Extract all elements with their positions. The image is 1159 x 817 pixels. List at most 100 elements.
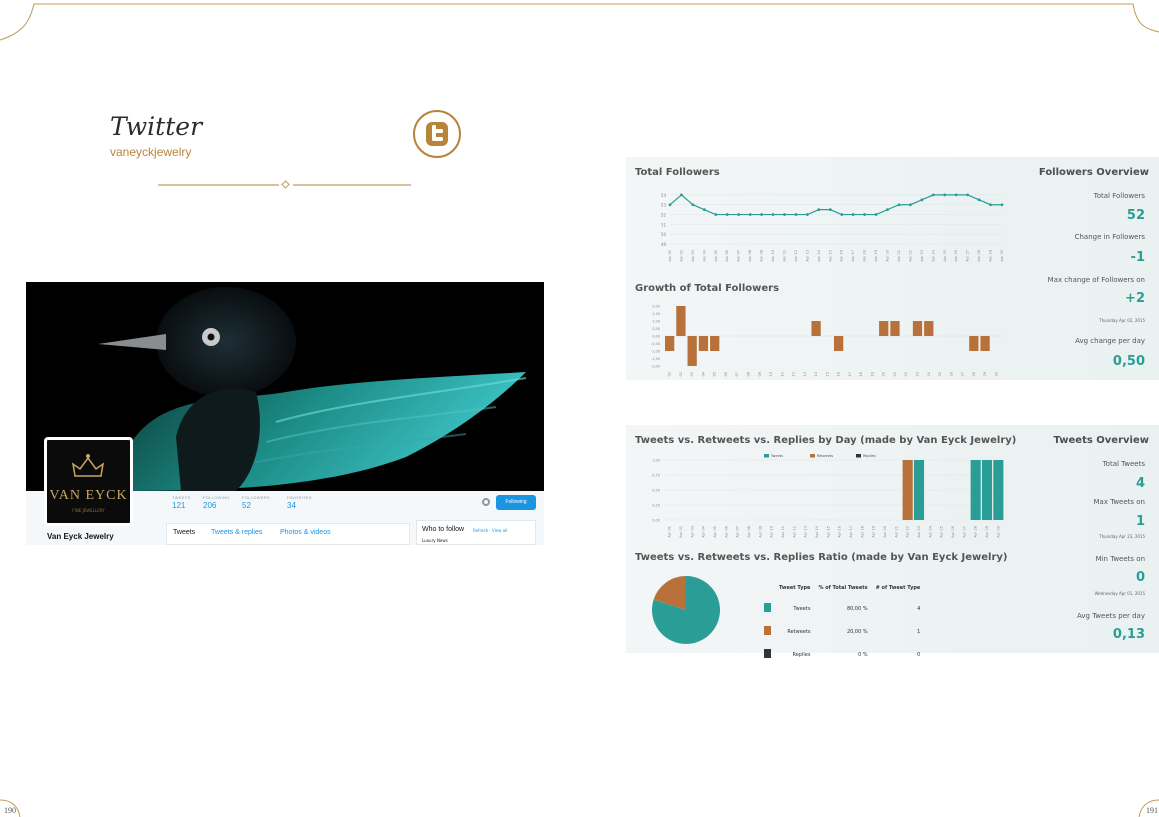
crown-logo-icon	[71, 454, 105, 477]
bar	[698, 336, 709, 351]
max-change-label: Max change of Followers on	[1047, 276, 1145, 284]
y-tick-label: -1,00	[651, 350, 660, 354]
profile-tabs: Tweets Tweets & replies Photos & videos	[166, 523, 410, 545]
x-tick-label: Apr 02	[679, 372, 683, 378]
x-tick-label: Apr 12	[794, 250, 798, 262]
data-point	[748, 213, 752, 216]
table-header-type: Tweet Type	[779, 585, 811, 591]
who-to-follow-item[interactable]: Luxury News	[422, 538, 448, 543]
total-followers-label: Total Followers	[1093, 192, 1145, 200]
y-tick-label: -1,50	[651, 357, 660, 361]
x-tick-label: Apr 08	[747, 526, 751, 538]
x-tick-label: Apr 03	[691, 250, 695, 262]
x-tick-label: Apr 28	[974, 526, 978, 538]
avg-tweets-value: 0,13	[1112, 627, 1145, 642]
data-point	[783, 213, 786, 216]
profile-avatar[interactable]: VAN EYCK FINE JEWELLERY	[44, 437, 133, 526]
bar	[890, 321, 900, 336]
data-point	[840, 213, 844, 216]
x-tick-label: Apr 27	[962, 526, 966, 538]
bar	[993, 460, 1004, 520]
x-tick-label: Apr 19	[872, 526, 876, 538]
bar	[981, 460, 993, 520]
x-tick-label: Apr 21	[894, 526, 898, 538]
x-tick-label: Apr 01	[668, 372, 672, 378]
x-tick-label: Apr 10	[771, 250, 775, 262]
min-tweets-date: Wednesday Apr 01, 2015	[1094, 591, 1145, 596]
x-tick-label: Apr 01	[668, 250, 672, 262]
avg-tweets-label: Avg Tweets per day	[1077, 612, 1145, 620]
x-tick-label: Apr 29	[983, 372, 987, 378]
x-tick-label: Apr 28	[972, 372, 976, 378]
legend-swatch	[856, 454, 861, 458]
avg-change-value: 0,50	[1112, 354, 1145, 369]
stat-tweets[interactable]: TWEETS 121	[172, 495, 190, 510]
data-point	[771, 213, 775, 216]
gear-icon[interactable]	[482, 498, 490, 506]
tab-tweets[interactable]: Tweets	[173, 529, 195, 536]
divider-diamond	[281, 180, 290, 189]
x-tick-label: Apr 17	[848, 372, 852, 378]
data-point	[943, 193, 947, 197]
x-tick-label: Apr 22	[908, 250, 912, 262]
stat-followers[interactable]: FOLLOWERS 52	[242, 495, 270, 510]
bar	[834, 336, 844, 351]
x-tick-label: Apr 23	[920, 250, 924, 262]
twitter-profile-screenshot: VAN EYCK FINE JEWELLERY TWEETS 121 FOLLO…	[26, 282, 544, 545]
x-tick-label: Apr 24	[927, 371, 931, 378]
who-to-follow-title: Who to follow	[422, 526, 465, 533]
y-tick-label: 49	[661, 242, 667, 247]
following-button[interactable]: Following	[496, 495, 536, 510]
x-tick-label: Apr 26	[951, 526, 955, 538]
total-followers-value: 52	[1126, 208, 1145, 223]
bar	[924, 321, 934, 336]
data-point	[760, 213, 763, 216]
legend-swatch	[810, 454, 815, 458]
legend-label: Replies	[863, 454, 876, 458]
page-number-left: 190	[4, 806, 16, 815]
total-followers-line-chart: 54 53 52 51 50 49Apr 01 Apr 02 Apr 03 Apr 04 Apr …	[661, 193, 1004, 262]
x-tick-label: Apr 14	[817, 249, 821, 261]
x-tick-label: Apr 01	[668, 526, 672, 538]
y-tick-label: 1,00	[652, 320, 660, 324]
tweets-overview-title: Tweets Overview	[1053, 435, 1149, 446]
data-point	[897, 203, 901, 207]
x-tick-label: Apr 23	[917, 526, 921, 538]
x-tick-label: Apr 21	[893, 372, 897, 378]
x-tick-label: Apr 25	[940, 526, 944, 538]
data-point	[680, 193, 683, 197]
max-tweets-value: 1	[1135, 514, 1145, 529]
stat-following[interactable]: FOLLOWING 206	[203, 495, 230, 510]
data-point	[691, 203, 695, 207]
x-tick-label: Apr 11	[780, 372, 784, 378]
table-row: Tweets 80,00 % 4	[760, 597, 924, 620]
growth-bar-chart: 2,00 1,50 1,00 0,50 0,00 -0,50 -1,00 -1,50 -2,00…	[651, 305, 1002, 378]
legend-swatch	[764, 454, 769, 458]
account-handle: vaneyckjewelry	[110, 145, 192, 159]
x-tick-label: Apr 04	[702, 249, 706, 261]
bar	[902, 460, 913, 520]
table-row: Retweets 20,00 % 1	[760, 620, 924, 643]
x-tick-label: Apr 29	[985, 526, 989, 538]
total-tweets-value: 4	[1135, 476, 1145, 491]
bar	[676, 306, 686, 336]
x-tick-label: Apr 11	[781, 526, 785, 538]
x-tick-label: Apr 24	[931, 249, 935, 261]
y-tick-label: 0,00	[652, 335, 660, 339]
avg-change-label: Avg change per day	[1075, 337, 1145, 345]
tab-tweets-replies[interactable]: Tweets & replies	[211, 529, 262, 536]
x-tick-label: Apr 03	[690, 372, 694, 378]
x-tick-label: Apr 26	[954, 250, 958, 262]
tab-photos-videos[interactable]: Photos & videos	[280, 529, 331, 536]
data-point	[1000, 203, 1004, 207]
x-tick-label: Apr 30	[996, 526, 1000, 538]
max-tweets-date: Thursday Apr 23, 2015	[1099, 534, 1145, 539]
x-tick-label: Apr 06	[725, 250, 729, 262]
min-tweets-label: Min Tweets on	[1095, 555, 1145, 563]
x-tick-label: Apr 30	[1000, 250, 1004, 262]
avatar-brand: VAN EYCK	[49, 488, 128, 503]
x-tick-label: Apr 22	[904, 372, 908, 378]
who-to-follow-links[interactable]: Refresh · View all	[473, 528, 507, 533]
bar	[970, 460, 981, 520]
stat-favorites[interactable]: FAVORITES 34	[287, 495, 312, 510]
